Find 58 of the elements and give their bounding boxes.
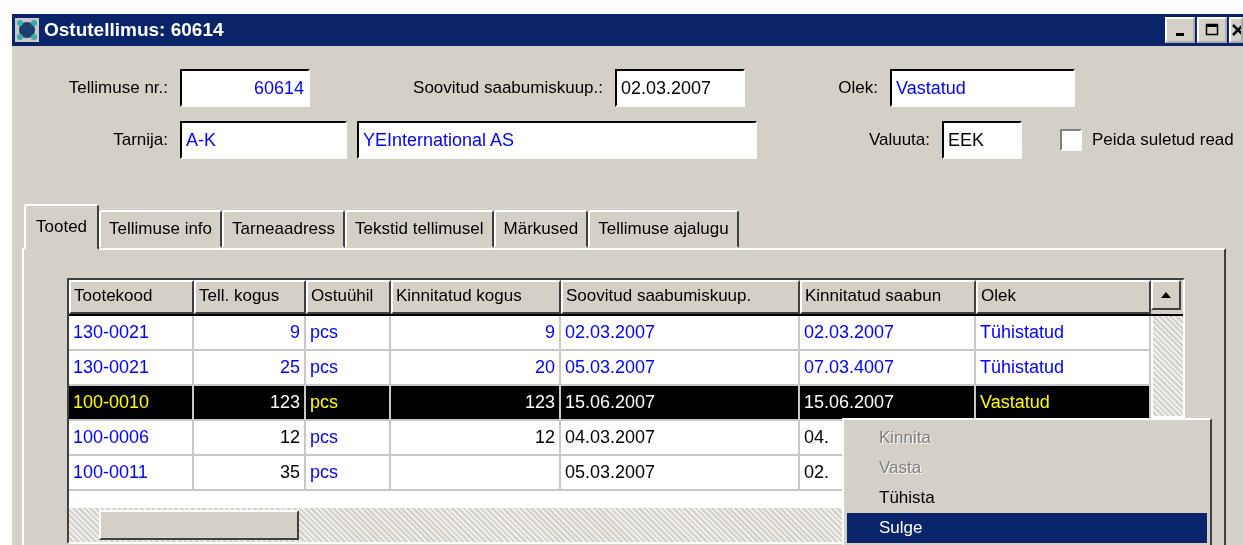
table-row[interactable]: 100-0010 123 pcs 123 15.06.2007 15.06.2007 Vastatud bbox=[69, 386, 1151, 421]
table-cell: 07.03.4007 bbox=[800, 351, 976, 384]
supplier-name-field[interactable]: YEInternational AS bbox=[357, 121, 757, 159]
table-cell: pcs bbox=[306, 421, 391, 454]
table-row[interactable]: 130-0021 25 pcs 20 05.03.2007 07.03.4007 Tühistatud bbox=[69, 351, 1151, 386]
order-number-label: Tellimuse nr.: bbox=[67, 78, 169, 98]
column-header[interactable]: Tell. kogus bbox=[194, 280, 306, 314]
table-row[interactable]: 130-0021 9 pcs 9 02.03.2007 02.03.2007 Tühistatud bbox=[69, 316, 1151, 351]
table-cell: 130-0021 bbox=[69, 316, 194, 349]
tab[interactable]: Tellimuse info bbox=[99, 210, 223, 248]
table-cell: 12 bbox=[194, 421, 306, 454]
status-field[interactable]: Vastatud bbox=[890, 69, 1075, 107]
table-cell: 04.03.2007 bbox=[561, 421, 800, 454]
column-header[interactable]: Olek bbox=[976, 280, 1151, 314]
table-cell: 05.03.2007 bbox=[561, 351, 800, 384]
table-cell: 123 bbox=[391, 386, 561, 419]
supplier-code-field[interactable]: A-K bbox=[180, 121, 347, 159]
column-header[interactable]: Soovitud saabumiskuup. bbox=[561, 280, 800, 314]
desired-date-label: Soovitud saabumiskuup.: bbox=[412, 78, 604, 98]
table-cell: 130-0021 bbox=[69, 351, 194, 384]
table-cell: pcs bbox=[306, 316, 391, 349]
menu-item[interactable]: Sulge bbox=[847, 513, 1207, 543]
checkbox-label: Peida suletud read bbox=[1092, 130, 1234, 150]
tab[interactable]: Märkused bbox=[493, 210, 589, 248]
currency-field[interactable]: EEK bbox=[942, 121, 1022, 159]
column-header[interactable]: Kinnitatud kogus bbox=[391, 280, 561, 314]
table-cell: 02.03.2007 bbox=[800, 316, 976, 349]
status-label: Olek: bbox=[837, 78, 879, 98]
table-cell: 15.06.2007 bbox=[561, 386, 800, 419]
supplier-label: Tarnija: bbox=[112, 130, 169, 150]
table-cell: 12 bbox=[391, 421, 561, 454]
table-cell: 100-0011 bbox=[69, 456, 194, 489]
table-cell: pcs bbox=[306, 351, 391, 384]
table-cell: 05.03.2007 bbox=[561, 456, 800, 489]
order-number-field[interactable]: 60614 bbox=[180, 69, 310, 107]
column-header[interactable]: Tootekood bbox=[69, 280, 194, 314]
window-title: Ostutellimus: 60614 bbox=[44, 19, 224, 41]
tab[interactable]: Tooted bbox=[24, 204, 100, 250]
table-cell: 9 bbox=[194, 316, 306, 349]
desired-date-field[interactable]: 02.03.2007 bbox=[615, 69, 745, 107]
table-cell: pcs bbox=[306, 386, 391, 419]
table-cell: 9 bbox=[391, 316, 561, 349]
table-cell: 02.03.2007 bbox=[561, 316, 800, 349]
table-cell: 35 bbox=[194, 456, 306, 489]
table-cell: Tühistatud bbox=[976, 316, 1151, 349]
column-header[interactable]: Ostuühil bbox=[306, 280, 391, 314]
table-cell: pcs bbox=[306, 456, 391, 489]
table-cell: 123 bbox=[194, 386, 306, 419]
table-cell: Tühistatud bbox=[976, 351, 1151, 384]
tab[interactable]: Tekstid tellimusel bbox=[345, 210, 494, 248]
table-cell: 25 bbox=[194, 351, 306, 384]
table-cell: 20 bbox=[391, 351, 561, 384]
column-header[interactable]: Kinnitatud saabun bbox=[800, 280, 976, 314]
table-cell: 100-0010 bbox=[69, 386, 194, 419]
currency-label: Valuuta: bbox=[867, 130, 931, 150]
tab[interactable]: Tellimuse ajalugu bbox=[588, 210, 739, 248]
table-cell: 100-0006 bbox=[69, 421, 194, 454]
tab[interactable]: Tarneaadress bbox=[222, 210, 346, 248]
